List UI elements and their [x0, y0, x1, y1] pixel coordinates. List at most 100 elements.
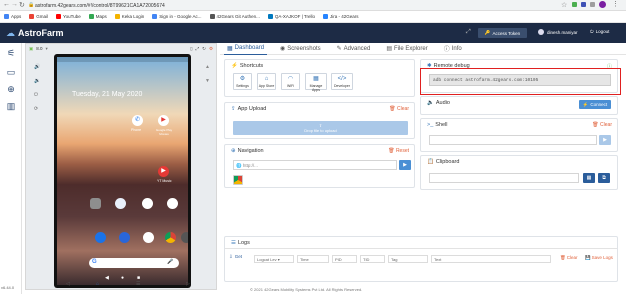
manage-apps-shortcut[interactable]: ▦ Manage Apps [305, 73, 327, 92]
google-icon[interactable] [167, 198, 178, 209]
save-icon: 💾 [585, 255, 591, 260]
download-icon: ⇩ [229, 254, 233, 259]
power-icon[interactable]: ⏻ [34, 92, 38, 98]
user-name[interactable]: dinesh.maniyar [547, 30, 578, 35]
back-nav-button[interactable]: ◁ [66, 281, 70, 287]
extension-icon[interactable] [590, 2, 595, 7]
volume-up-icon[interactable]: 🔊 [34, 64, 40, 70]
home-nav-button[interactable]: ⌂ [96, 281, 99, 287]
code-icon: </> [337, 76, 347, 82]
bookmark-item[interactable]: Keka Login [114, 14, 144, 19]
volume-down-icon[interactable]: 🔉 [34, 78, 40, 84]
connect-button[interactable]: ⚡ Connect [579, 100, 611, 109]
android-icon: ▣ [29, 45, 34, 51]
scroll-up-icon[interactable]: ▲ [205, 64, 210, 70]
forward-icon[interactable]: → [11, 1, 18, 8]
filter-pid-input[interactable]: PID [332, 255, 357, 263]
extension-icon[interactable] [581, 2, 586, 7]
filter-tag-input[interactable]: Tag [388, 255, 428, 263]
shell-input[interactable] [429, 135, 597, 145]
bookmark-item[interactable]: QA-XAJKOF | Trello [267, 14, 315, 19]
filter-tid-input[interactable]: TID [360, 255, 385, 263]
filter-time-input[interactable]: Time [297, 255, 329, 263]
save-logs-button[interactable]: 💾 Save Logs [585, 255, 613, 261]
file-drop-zone[interactable]: ⇧ Drop file to upload [233, 121, 408, 135]
back-icon[interactable]: ← [3, 1, 10, 8]
run-button[interactable]: ▶ [599, 135, 611, 145]
tab-dashboard[interactable]: ▦ Dashboard [224, 43, 268, 55]
resize-icon[interactable]: ⤢ [196, 46, 200, 51]
recents-nav-button[interactable]: ☰ [136, 281, 140, 287]
logout-button[interactable]: ⏻ Logout [590, 29, 609, 34]
phone-icon[interactable]: ▯ [190, 46, 192, 52]
sliders-icon[interactable]: ⚟ [6, 48, 16, 58]
bookmark-item[interactable]: 42Gears Git Authen... [209, 14, 260, 19]
clear-logs-button[interactable]: 🗑 Clear [560, 255, 577, 261]
clipboard-input[interactable] [429, 173, 579, 183]
bar-chart-icon[interactable]: ▥ [6, 101, 16, 111]
app-store-shortcut[interactable]: ⌂ App Store [257, 73, 276, 90]
messages-icon[interactable] [119, 232, 130, 243]
phone-screen[interactable]: Tuesday, 21 May 2020 ✆ Phone ▶ Google Pl… [57, 57, 188, 285]
bookmark-item[interactable]: YouTube [56, 14, 81, 19]
bookmark-item[interactable]: Sign in - Google Ac... [152, 14, 202, 19]
folder-icon[interactable] [90, 198, 101, 209]
nav-home-icon[interactable]: ● [121, 275, 124, 281]
dialer-icon[interactable] [95, 232, 106, 243]
app-header: ☁ AstroFarm ⤢ 🔑 Access Token dinesh.maniy… [0, 23, 626, 43]
gear-icon[interactable]: ⚙ [209, 46, 213, 52]
refresh-icon[interactable]: ↻ [202, 46, 206, 52]
play-movies-icon[interactable]: ▶ [158, 115, 169, 126]
reset-button[interactable]: 🗑 Reset [388, 148, 409, 154]
get-logs-button[interactable]: ⇩ Get [229, 254, 242, 260]
log-level-select[interactable]: Logcat Lev ▾ [254, 255, 294, 263]
url-field[interactable]: 🌐 http://... [233, 160, 397, 170]
rotate-icon[interactable]: ⟳ [34, 106, 38, 112]
bookmark-item[interactable]: Jira - 42Gears [323, 14, 359, 19]
photos-icon[interactable] [142, 198, 153, 209]
get-clipboard-button[interactable]: ▦ [583, 173, 595, 183]
google-search-bar[interactable] [89, 258, 179, 268]
mic-icon[interactable]: 🎤 [167, 259, 173, 265]
upload-icon: ⇪ [231, 106, 236, 112]
extension-icon[interactable] [572, 2, 577, 7]
settings-shortcut[interactable]: ⚙ Settings [233, 73, 252, 90]
go-button[interactable]: ▶ [399, 160, 411, 170]
trash-icon: 🗑 [560, 255, 566, 260]
menu-icon[interactable]: ⋮ [612, 0, 619, 8]
developer-shortcut[interactable]: </> Developer [331, 73, 353, 90]
duo-icon[interactable] [115, 198, 126, 209]
os-version[interactable]: 8.0 [36, 46, 42, 51]
set-clipboard-button[interactable]: ⧉ [598, 173, 610, 183]
tab-file-explorer[interactable]: ▤ File Explorer [383, 43, 430, 55]
devices-icon[interactable]: ▭ [6, 67, 16, 77]
tab-info[interactable]: ⓘ Info [441, 43, 465, 55]
bookmark-item[interactable]: Apps [4, 14, 21, 19]
bookmark-item[interactable]: Gmail [29, 14, 48, 19]
play-store-icon[interactable] [143, 232, 154, 243]
clear-button[interactable]: 🗑 Clear [592, 122, 612, 128]
tab-advanced[interactable]: ✎ Advanced [334, 43, 374, 55]
profile-avatar[interactable] [599, 1, 606, 8]
camera-app-icon[interactable] [181, 232, 188, 243]
tab-screenshots[interactable]: ◉ Screenshots [277, 43, 324, 55]
star-icon[interactable]: ☆ [561, 1, 567, 9]
phone-app-icon[interactable]: ✆ [132, 115, 143, 126]
access-token-button[interactable]: 🔑 Access Token [478, 28, 527, 38]
chevron-down-icon[interactable]: ▾ [46, 46, 48, 52]
filter-text-input[interactable]: Text [431, 255, 551, 263]
address-bar[interactable]: astrofarm.42gears.com/#!/control/8T99621… [35, 3, 165, 9]
chrome-icon[interactable] [165, 232, 176, 243]
add-device-icon[interactable]: ⊕ [6, 84, 16, 94]
nav-back-icon[interactable]: ◀ [105, 275, 109, 281]
chrome-shortcut-button[interactable] [233, 175, 243, 185]
forward-nav-button[interactable]: ▷ [186, 281, 190, 287]
wifi-shortcut[interactable]: ◠ WiFi [281, 73, 300, 90]
yt-music-icon[interactable]: ▶ [158, 166, 169, 177]
bookmark-item[interactable]: Maps [88, 14, 107, 19]
expand-icon[interactable]: ⤢ [466, 29, 471, 36]
clear-button[interactable]: 🗑 Clear [389, 106, 409, 112]
chevron-down-icon: ▾ [277, 257, 280, 262]
scroll-down-icon[interactable]: ▼ [205, 78, 210, 84]
reload-icon[interactable]: ↻ [19, 1, 25, 9]
